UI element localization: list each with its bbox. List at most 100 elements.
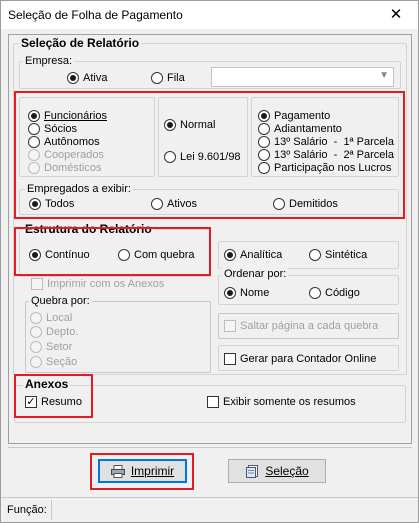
radio-selected-indicator bbox=[224, 249, 236, 261]
checkbox-label: Resumo bbox=[41, 396, 82, 408]
empresa-ativa-radio[interactable]: Ativa bbox=[67, 71, 107, 85]
radio-indicator bbox=[30, 356, 42, 368]
radio-label: Participação nos Lucros bbox=[274, 162, 392, 174]
radio-13-segunda[interactable]: 13º Salário - 2ª Parcela bbox=[258, 148, 394, 162]
button-label: Imprimir bbox=[130, 464, 175, 478]
chevron-down-icon[interactable]: ▼ bbox=[379, 70, 389, 81]
radio-label: 13º Salário - 1ª Parcela bbox=[274, 136, 394, 148]
checkbox-box bbox=[224, 320, 236, 332]
empresa-fila-combo[interactable]: ▼ bbox=[211, 67, 394, 87]
radio-label: Cooperados bbox=[44, 149, 104, 161]
radio-ativos[interactable]: Ativos bbox=[151, 197, 197, 211]
radio-analitica[interactable]: Analítica bbox=[224, 248, 282, 262]
document-icon bbox=[246, 464, 259, 478]
radio-indicator bbox=[151, 198, 163, 210]
anexos-legend: Anexos bbox=[23, 377, 71, 391]
quebra-legend: Quebra por: bbox=[29, 295, 92, 307]
radio-label: Analítica bbox=[240, 249, 283, 261]
radio-indicator bbox=[258, 149, 270, 161]
radio-label: Nome bbox=[240, 287, 270, 299]
radio-codigo[interactable]: Código bbox=[309, 286, 360, 300]
radio-com-quebra[interactable]: Com quebra bbox=[118, 248, 195, 262]
radio-selected-indicator bbox=[29, 249, 41, 261]
radio-label: Setor bbox=[46, 341, 73, 353]
radio-label: Código bbox=[325, 287, 360, 299]
button-label: Seleção bbox=[265, 464, 309, 478]
dialog-window: Seleção de Folha de Pagamento ✕ Seleção … bbox=[0, 0, 419, 523]
radio-label: Normal bbox=[180, 119, 216, 131]
funcao-label: Função: bbox=[7, 504, 47, 516]
radio-indicator bbox=[309, 287, 321, 299]
radio-indicator bbox=[28, 149, 40, 161]
radio-adiantamento[interactable]: Adiantamento bbox=[258, 122, 342, 136]
radio-indicator bbox=[151, 72, 163, 84]
radio-indicator bbox=[273, 198, 285, 210]
radio-label: Domésticos bbox=[44, 162, 102, 174]
imprimir-button[interactable]: Imprimir bbox=[98, 459, 187, 483]
selecao-button[interactable]: Seleção bbox=[228, 459, 326, 483]
radio-selected-indicator bbox=[164, 119, 176, 131]
radio-label: Lei 9.601/98 bbox=[180, 151, 241, 163]
checkbox-label: Imprimir com os Anexos bbox=[47, 278, 165, 290]
radio-participacao-lucros[interactable]: Participação nos Lucros bbox=[258, 161, 391, 175]
radio-label: Com quebra bbox=[134, 249, 195, 261]
radio-demitidos[interactable]: Demitidos bbox=[273, 197, 338, 211]
saltar-pagina-checkbox: Saltar página a cada quebra bbox=[224, 319, 378, 333]
radio-sintetica[interactable]: Sintética bbox=[309, 248, 367, 262]
radio-setor: Setor bbox=[30, 340, 72, 354]
resumo-checkbox[interactable]: ✓ Resumo bbox=[25, 395, 82, 409]
radio-indicator bbox=[28, 136, 40, 148]
radio-label: Contínuo bbox=[45, 249, 90, 261]
selecao-relatorio-legend: Seleção de Relatório bbox=[19, 36, 142, 50]
status-bar: Função: bbox=[1, 497, 418, 522]
radio-domesticos: Domésticos bbox=[28, 161, 101, 175]
radio-funcionarios[interactable]: Funcionários bbox=[28, 109, 107, 123]
radio-normal[interactable]: Normal bbox=[164, 118, 215, 132]
imprimir-anexos-checkbox: Imprimir com os Anexos bbox=[31, 277, 164, 291]
empregados-legend: Empregados a exibir: bbox=[25, 183, 133, 195]
radio-selected-indicator bbox=[67, 72, 79, 84]
exibir-somente-resumos-checkbox[interactable]: Exibir somente os resumos bbox=[207, 395, 356, 409]
radio-nome[interactable]: Nome bbox=[224, 286, 269, 300]
checkbox-label: Gerar para Contador Online bbox=[240, 353, 377, 365]
radio-13-primeira[interactable]: 13º Salário - 1ª Parcela bbox=[258, 135, 394, 149]
radio-continuo[interactable]: Contínuo bbox=[29, 248, 90, 262]
radio-label: 13º Salário - 2ª Parcela bbox=[274, 149, 394, 161]
radio-indicator bbox=[30, 326, 42, 338]
empresa-fila-label: Fila bbox=[167, 72, 185, 84]
gerar-contador-checkbox[interactable]: Gerar para Contador Online bbox=[224, 352, 376, 366]
radio-indicator bbox=[258, 136, 270, 148]
radio-pagamento[interactable]: Pagamento bbox=[258, 109, 330, 123]
radio-indicator bbox=[28, 162, 40, 174]
status-divider bbox=[51, 500, 52, 520]
radio-label: Sócios bbox=[44, 123, 78, 135]
radio-indicator bbox=[258, 162, 270, 174]
radio-lei-9601[interactable]: Lei 9.601/98 bbox=[164, 150, 241, 164]
empresa-legend: Empresa: bbox=[23, 55, 75, 67]
radio-indicator bbox=[30, 312, 42, 324]
radio-socios[interactable]: Sócios bbox=[28, 122, 77, 136]
checkbox-label: Exibir somente os resumos bbox=[223, 396, 356, 408]
radio-indicator bbox=[118, 249, 130, 261]
ordenar-legend: Ordenar por: bbox=[222, 268, 289, 280]
radio-label: Demitidos bbox=[289, 198, 338, 210]
empresa-fila-radio[interactable]: Fila bbox=[151, 71, 185, 85]
radio-todos[interactable]: Todos bbox=[29, 197, 74, 211]
radio-label: Pagamento bbox=[274, 110, 331, 122]
radio-selected-indicator bbox=[28, 110, 40, 122]
regime-group bbox=[158, 97, 248, 177]
radio-indicator bbox=[28, 123, 40, 135]
radio-autonomos[interactable]: Autônomos bbox=[28, 135, 100, 149]
empresa-ativa-label: Ativa bbox=[83, 72, 108, 84]
radio-depto: Depto. bbox=[30, 325, 78, 339]
radio-selected-indicator bbox=[224, 287, 236, 299]
close-icon[interactable]: ✕ bbox=[387, 7, 405, 23]
title-bar: Seleção de Folha de Pagamento ✕ bbox=[1, 1, 418, 29]
radio-label: Ativos bbox=[167, 198, 197, 210]
radio-label: Seção bbox=[46, 356, 78, 368]
radio-label: Local bbox=[46, 312, 73, 324]
radio-label: Sintética bbox=[325, 249, 368, 261]
radio-label: Autônomos bbox=[44, 136, 100, 148]
printer-icon bbox=[110, 464, 125, 478]
radio-indicator bbox=[164, 151, 176, 163]
